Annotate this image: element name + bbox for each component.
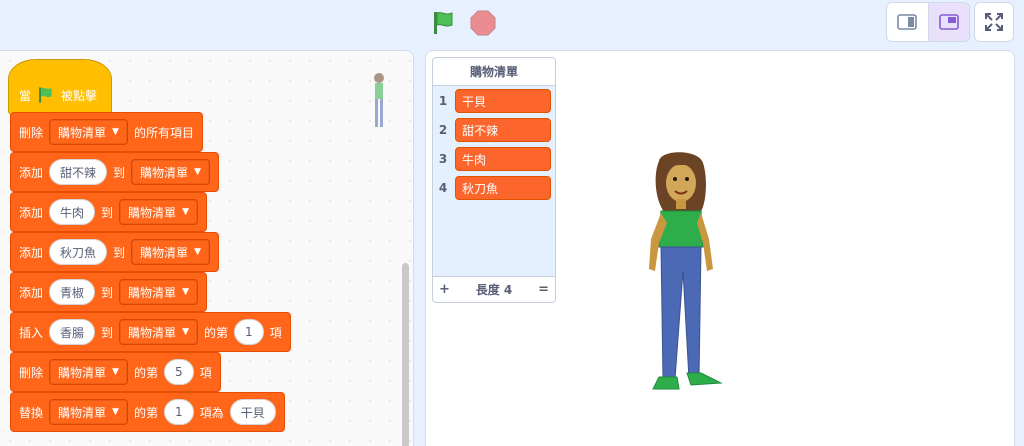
list-dropdown[interactable]: 購物清單 ▼	[49, 399, 128, 425]
add-item-block[interactable]: 添加 秋刀魚 到 購物清單 ▼	[10, 232, 219, 272]
list-dropdown[interactable]: 購物清單 ▼	[49, 119, 128, 145]
delete-item-block[interactable]: 刪除 購物清單 ▼ 的第 5 項	[10, 352, 221, 392]
block-verb: 替換	[19, 405, 44, 420]
list-item-value[interactable]: 干貝	[455, 89, 551, 113]
list-dropdown[interactable]: 購物清單 ▼	[119, 319, 198, 345]
block-unit: 項	[199, 365, 212, 380]
sprite-avery[interactable]	[641, 151, 725, 401]
insert-item-block[interactable]: 插入 香腸 到 購物清單 ▼ 的第 1 項	[10, 312, 291, 352]
block-of: 的第	[203, 325, 228, 340]
list-dropdown-label: 購物清單	[128, 285, 177, 300]
chevron-down-icon: ▼	[182, 207, 189, 217]
list-monitor-footer: + 長度 4 =	[433, 276, 555, 302]
item-input[interactable]: 秋刀魚	[49, 239, 108, 265]
chevron-down-icon: ▼	[194, 167, 201, 177]
list-item-index: 4	[438, 181, 448, 195]
block-verb: 添加	[19, 205, 44, 220]
delete-all-block[interactable]: 刪除 購物清單 ▼ 的所有項目	[10, 112, 203, 152]
index-input[interactable]: 1	[234, 319, 264, 345]
list-dropdown-label: 購物清單	[140, 245, 189, 260]
green-flag-icon	[39, 87, 52, 103]
add-list-item-button[interactable]: +	[439, 282, 450, 297]
list-item: 1 干貝	[433, 88, 557, 114]
list-item-value[interactable]: 秋刀魚	[455, 176, 551, 200]
sprite-thumbnail-icon	[374, 73, 384, 127]
list-dropdown-label: 購物清單	[58, 405, 107, 420]
stage[interactable]: 購物清單 1 干貝 2 甜不辣 3 牛肉 4 秋刀魚 + 長度 4 =	[425, 50, 1015, 446]
block-to: 到	[113, 245, 126, 260]
item-input[interactable]: 牛肉	[49, 199, 96, 225]
chevron-down-icon: ▼	[182, 287, 189, 297]
block-as: 項為	[199, 405, 224, 420]
block-verb: 添加	[19, 245, 44, 260]
list-item-value[interactable]: 牛肉	[455, 147, 551, 171]
code-scrollbar[interactable]	[402, 263, 409, 446]
list-item-index: 2	[438, 123, 448, 137]
block-of: 的第	[133, 365, 158, 380]
item-input[interactable]: 香腸	[49, 319, 96, 345]
replace-item-block[interactable]: 替換 購物清單 ▼ 的第 1 項為 干貝	[10, 392, 285, 432]
block-of: 的第	[133, 405, 158, 420]
add-item-block[interactable]: 添加 牛肉 到 購物清單 ▼	[10, 192, 207, 232]
resize-handle[interactable]: =	[538, 282, 549, 297]
chevron-down-icon: ▼	[194, 247, 201, 257]
block-verb: 添加	[19, 285, 44, 300]
chevron-down-icon: ▼	[112, 367, 119, 377]
block-verb: 添加	[19, 165, 44, 180]
list-dropdown[interactable]: 購物清單 ▼	[131, 239, 210, 265]
block-verb: 插入	[19, 325, 44, 340]
chevron-down-icon: ▼	[182, 327, 189, 337]
list-dropdown[interactable]: 購物清單 ▼	[119, 199, 198, 225]
block-to: 到	[101, 285, 114, 300]
fullscreen-icon	[985, 13, 1003, 31]
normal-stage-icon	[939, 14, 959, 30]
code-area[interactable]: 當 被點擊 刪除 購物清單 ▼ 的所有項目 添加 甜不辣 到 購物清單 ▼ 添加 牛…	[0, 50, 414, 446]
item-input[interactable]: 干貝	[229, 399, 276, 425]
block-suffix: 的所有項目	[133, 125, 194, 140]
list-item: 2 甜不辣	[433, 117, 557, 143]
block-to: 到	[101, 205, 114, 220]
list-dropdown-label: 購物清單	[58, 125, 107, 140]
chevron-down-icon: ▼	[112, 127, 119, 137]
fullscreen-button[interactable]	[974, 2, 1014, 42]
block-to: 到	[113, 165, 126, 180]
small-stage-icon	[897, 14, 918, 30]
list-dropdown-label: 購物清單	[140, 165, 189, 180]
stage-layout-toggle	[886, 2, 970, 42]
index-input[interactable]: 5	[163, 359, 194, 385]
add-item-block[interactable]: 添加 青椒 到 購物清單 ▼	[10, 272, 207, 312]
item-input[interactable]: 青椒	[49, 279, 96, 305]
chevron-down-icon: ▼	[112, 407, 119, 417]
list-dropdown[interactable]: 購物清單 ▼	[119, 279, 198, 305]
list-monitor[interactable]: 購物清單 1 干貝 2 甜不辣 3 牛肉 4 秋刀魚 + 長度 4 =	[432, 57, 556, 303]
normal-stage-button[interactable]	[927, 3, 969, 41]
block-verb: 刪除	[19, 125, 44, 140]
list-item-index: 3	[438, 152, 448, 166]
list-item: 3 牛肉	[433, 146, 557, 172]
block-unit: 項	[269, 325, 282, 340]
item-input[interactable]: 甜不辣	[49, 159, 108, 185]
list-item-index: 1	[438, 94, 448, 108]
list-dropdown[interactable]: 購物清單 ▼	[49, 359, 128, 385]
list-dropdown[interactable]: 購物清單 ▼	[131, 159, 210, 185]
small-stage-button[interactable]	[887, 3, 928, 41]
when-flag-clicked-block[interactable]: 當 被點擊	[8, 59, 112, 115]
list-dropdown-label: 購物清單	[128, 325, 177, 340]
list-length-label: 長度 4	[475, 283, 513, 297]
list-item: 4 秋刀魚	[433, 175, 557, 201]
stop-icon[interactable]	[470, 10, 496, 36]
green-flag-icon[interactable]	[431, 10, 457, 36]
list-monitor-title: 購物清單	[433, 58, 555, 86]
hat-when-label: 當	[19, 88, 32, 103]
add-item-block[interactable]: 添加 甜不辣 到 購物清單 ▼	[10, 152, 219, 192]
list-item-value[interactable]: 甜不辣	[455, 118, 551, 142]
list-dropdown-label: 購物清單	[128, 205, 177, 220]
list-dropdown-label: 購物清單	[58, 365, 107, 380]
index-input[interactable]: 1	[163, 399, 194, 425]
hat-clicked-label: 被點擊	[61, 88, 98, 103]
block-verb: 刪除	[19, 365, 44, 380]
block-to: 到	[101, 325, 114, 340]
